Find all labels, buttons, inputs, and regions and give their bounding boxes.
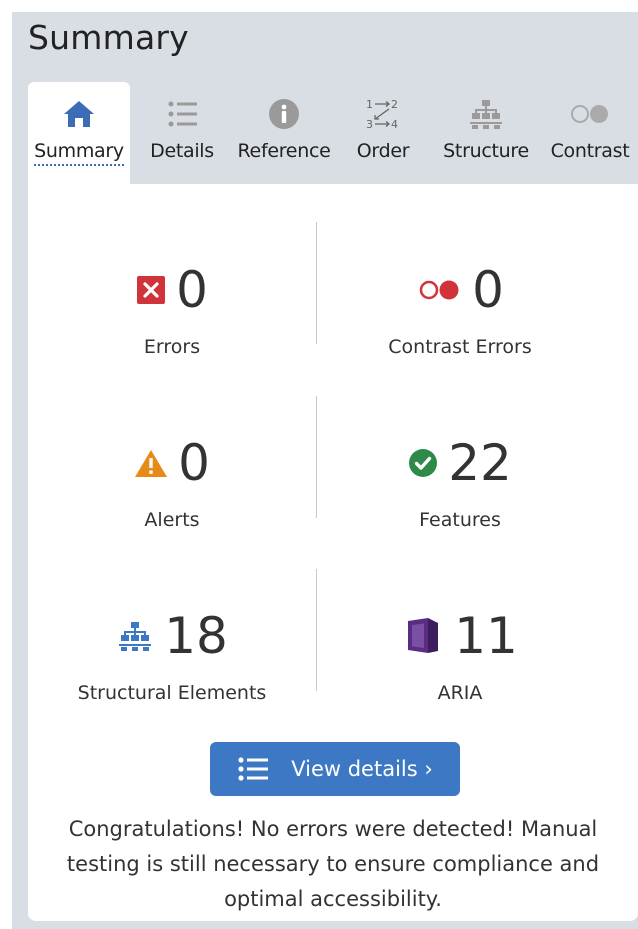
stat-aria: 11 ARIA bbox=[316, 604, 604, 704]
stat-structural-elements: 18 Structural Elements bbox=[28, 604, 316, 704]
tab-contrast[interactable]: Contrast bbox=[545, 82, 635, 184]
features-label: Features bbox=[419, 509, 501, 531]
tab-summary[interactable]: Summary bbox=[28, 82, 130, 184]
structure-icon bbox=[468, 88, 504, 140]
tab-label: Structure bbox=[443, 140, 529, 162]
summary-content: 0 Errors 0 Contrast Errors 0 Alerts 22 F… bbox=[28, 184, 638, 921]
stat-contrast-errors: 0 Contrast Errors bbox=[316, 258, 604, 358]
order-icon: 1 2 3 4 bbox=[363, 88, 403, 140]
structural-elements-count: 18 bbox=[164, 607, 228, 665]
svg-text:2: 2 bbox=[391, 98, 398, 111]
structural-elements-label: Structural Elements bbox=[77, 682, 267, 704]
alerts-count: 0 bbox=[178, 434, 210, 492]
tab-label: Contrast bbox=[550, 140, 630, 162]
aria-count: 11 bbox=[454, 607, 518, 665]
structure-icon bbox=[116, 620, 154, 652]
stat-features: 22 Features bbox=[316, 431, 604, 531]
alerts-label: Alerts bbox=[144, 509, 200, 531]
contrast-errors-label: Contrast Errors bbox=[388, 336, 532, 358]
stat-alerts: 0 Alerts bbox=[28, 431, 316, 531]
tab-details[interactable]: Details bbox=[142, 82, 222, 184]
tab-structure[interactable]: Structure bbox=[430, 82, 542, 184]
features-count: 22 bbox=[448, 434, 512, 492]
error-icon bbox=[136, 275, 166, 305]
tab-label: Reference bbox=[237, 140, 331, 162]
page-title: Summary bbox=[28, 18, 189, 57]
contrast-error-icon bbox=[416, 277, 462, 303]
summary-panel: Summary Summary Details Reference 1 2 3 … bbox=[12, 12, 638, 929]
errors-label: Errors bbox=[143, 336, 201, 358]
alert-icon bbox=[134, 448, 168, 478]
contrast-icon bbox=[567, 88, 613, 140]
tab-label: Summary bbox=[34, 140, 124, 166]
check-circle-icon bbox=[408, 448, 438, 478]
list-icon bbox=[237, 756, 269, 782]
tab-order[interactable]: 1 2 3 4 Order bbox=[348, 82, 418, 184]
aria-label: ARIA bbox=[437, 682, 483, 704]
svg-text:1: 1 bbox=[366, 98, 373, 111]
tab-label: Details bbox=[150, 140, 214, 162]
info-icon bbox=[268, 88, 300, 140]
svg-text:3: 3 bbox=[366, 118, 373, 131]
aria-cube-icon bbox=[402, 615, 444, 657]
tab-label: Order bbox=[356, 140, 410, 162]
view-details-label: View details › bbox=[291, 757, 433, 781]
home-icon bbox=[62, 88, 96, 140]
view-details-button[interactable]: View details › bbox=[210, 742, 460, 796]
contrast-errors-count: 0 bbox=[472, 261, 504, 319]
stat-errors: 0 Errors bbox=[28, 258, 316, 358]
tab-bar: Summary Details Reference 1 2 3 4 Order … bbox=[12, 82, 638, 184]
errors-count: 0 bbox=[176, 261, 208, 319]
congratulations-message: Congratulations! No errors were detected… bbox=[66, 817, 600, 911]
tab-reference[interactable]: Reference bbox=[228, 82, 340, 184]
svg-text:4: 4 bbox=[391, 118, 398, 131]
list-icon bbox=[165, 88, 199, 140]
